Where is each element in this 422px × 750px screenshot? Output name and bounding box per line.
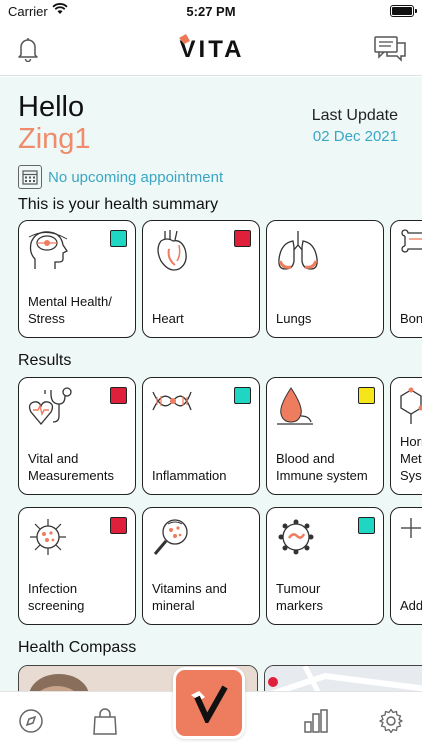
status-indicator [234,230,251,247]
card-title: Inflammation [152,468,227,483]
compass-icon[interactable] [18,708,44,739]
greeting-hello: Hello [18,91,85,123]
greeting-username: Zing1 [18,123,91,155]
status-indicator [110,230,127,247]
card-title: Tumour markers [276,581,323,613]
vita-home-icon [191,685,228,723]
home-content[interactable]: Hello Zing1 Last Update 02 Dec 2021 No u… [0,77,422,691]
cell-icon [275,516,317,563]
results-title: Results [18,352,72,369]
status-indicator [110,517,127,534]
plus-icon [399,516,422,545]
result-card-vitamins[interactable]: Vitamins and mineral [142,507,260,625]
appointment-row[interactable]: No upcoming appointment [18,165,223,189]
card-title: Heart [152,311,184,326]
result-card-vitals[interactable]: Vital and Measurements [18,377,136,495]
logo-mark-icon [178,34,190,44]
magnifier-icon [151,516,193,563]
card-title: Infection screening [28,581,85,613]
result-card-tumour[interactable]: Tumour markers [266,507,384,625]
battery-icon [390,5,417,17]
vita-home-button[interactable] [173,667,245,739]
card-title: Add [400,598,422,613]
chat-icon[interactable] [374,36,406,67]
calendar-icon [18,165,42,189]
status-indicator [358,517,375,534]
result-card-blood[interactable]: Blood and Immune system [266,377,384,495]
last-update-label: Last Update [311,107,398,124]
appointment-text: No upcoming appointment [48,168,224,186]
status-indicator [110,387,127,404]
status-indicator [234,387,251,404]
bone-icon [399,229,422,258]
card-title: Vitamins and mineral [152,581,227,613]
summary-card-mental-health[interactable]: Mental Health/ Stress [18,220,136,338]
settings-gear-icon[interactable] [378,708,404,739]
top-nav-bar: VITA [0,24,422,76]
last-update-date: 02 Dec 2021 [312,128,398,145]
brain-head-icon [27,229,73,276]
summary-card-lungs[interactable]: Lungs [266,220,384,338]
lungs-icon [275,229,321,278]
card-title: Mental Health/ Stress [28,294,112,326]
bar-chart-icon[interactable] [303,708,329,739]
app-logo: VITA [0,34,422,64]
status-indicator [358,387,375,404]
heart-icon [151,229,191,278]
result-card-add[interactable]: Add [390,507,422,625]
card-title: Blood and Immune system [276,451,368,483]
card-title: Horm Met Syst [400,434,422,483]
health-summary-title: This is your health summary [18,196,219,213]
result-card-hormones[interactable]: Horm Met Syst [390,377,422,495]
result-card-infection[interactable]: Infection screening [18,507,136,625]
health-compass-title: Health Compass [18,639,137,656]
summary-card-heart[interactable]: Heart [142,220,260,338]
card-title: Lungs [276,311,312,326]
status-bar: Carrier 5:27 PM [0,0,422,24]
clock: 5:27 PM [186,4,236,19]
molecule-icon [399,386,422,431]
compass-card-map[interactable] [264,665,422,691]
blood-drop-icon [275,386,315,431]
card-title: Bon [400,311,422,326]
card-title: Vital and Measurements [28,451,114,483]
stethoscope-heart-icon [27,386,77,433]
dna-icon [151,386,193,421]
map-thumbnail [265,666,422,691]
shopping-bag-icon[interactable] [92,708,118,741]
virus-icon [27,516,69,563]
result-card-inflammation[interactable]: Inflammation [142,377,260,495]
summary-card-bone[interactable]: Bon [390,220,422,338]
